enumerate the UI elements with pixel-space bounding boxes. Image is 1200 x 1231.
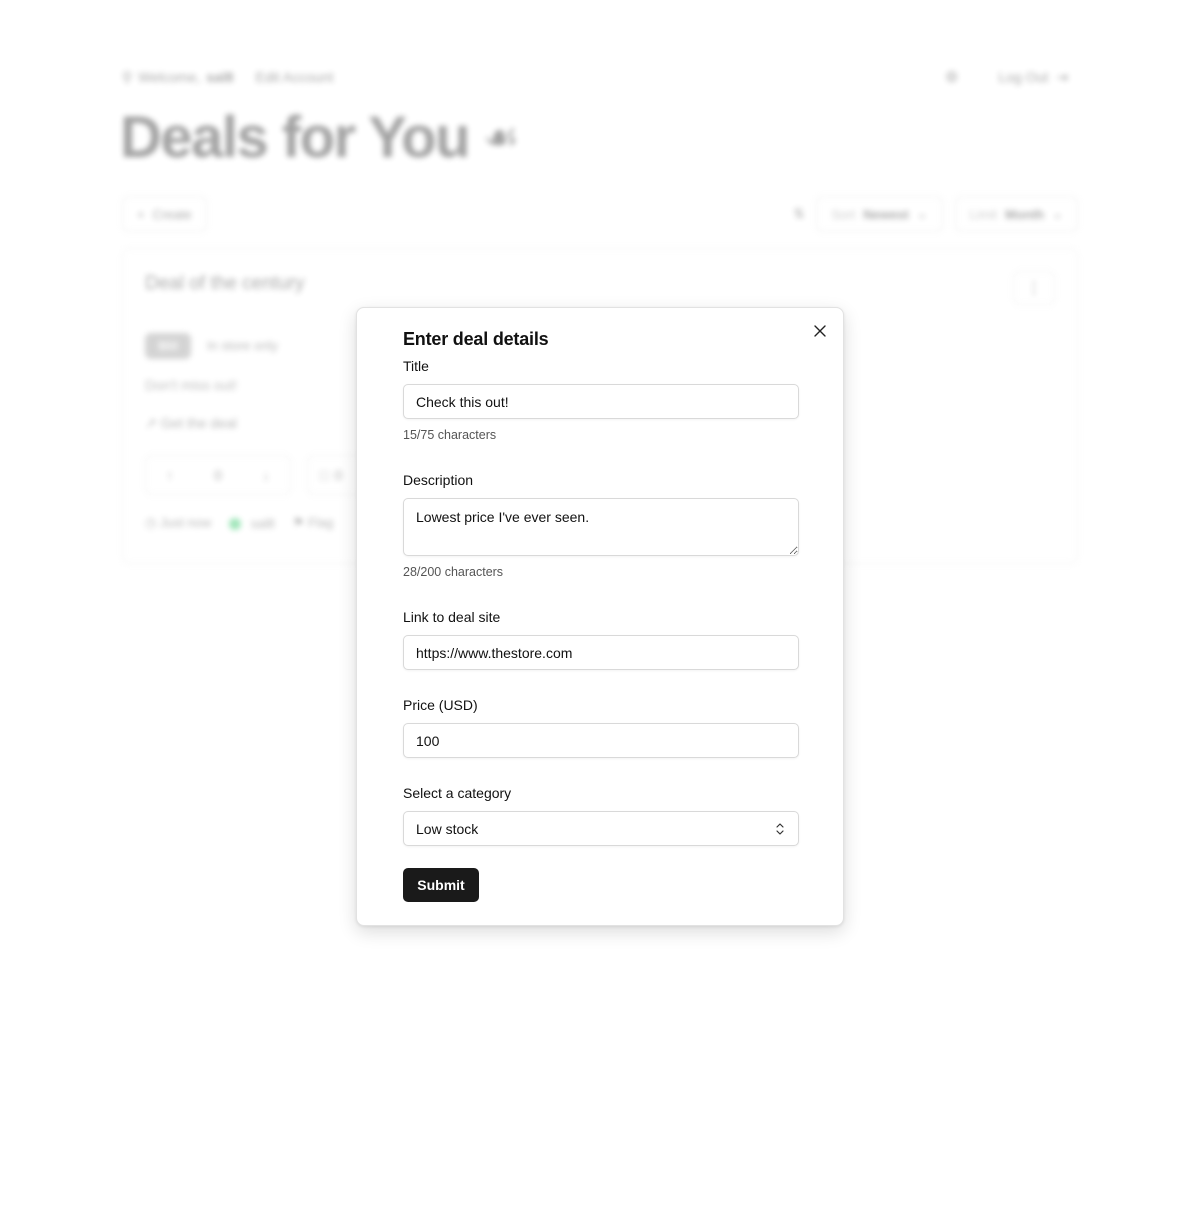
more-icon: ⋮ — [1026, 280, 1042, 297]
link-icon: ↗ — [145, 415, 157, 431]
sort-icon: ⇅ — [793, 206, 805, 221]
welcome-prefix: Welcome, — [138, 69, 201, 85]
price-badge: $50 — [145, 333, 191, 359]
card-menu-button[interactable]: ⋮ — [1013, 271, 1055, 305]
title-input[interactable] — [403, 384, 799, 419]
create-label: Create — [152, 206, 192, 222]
deal-meta: ◷ Just now sal8 ⚑ Flag — [145, 515, 333, 531]
flag-icon: ⚑ — [292, 515, 305, 530]
author: sal8 — [229, 515, 275, 531]
username: sal8 — [206, 69, 234, 85]
vote-count: 0 — [214, 467, 222, 483]
page-title-text: Deals for You — [120, 105, 471, 170]
chevron-down-icon: ⌄ — [916, 206, 928, 221]
settings-gear-icon[interactable]: ⚙ — [945, 68, 958, 86]
downvote-button[interactable]: ↓ — [263, 467, 270, 483]
sort-value: Newest — [863, 206, 909, 222]
title-label: Title — [403, 358, 429, 374]
title-char-counter: 15/75 characters — [403, 428, 497, 442]
chevron-up-down-icon — [774, 822, 786, 836]
upvote-button[interactable]: ↑ — [166, 467, 173, 483]
description-char-counter: 28/200 characters — [403, 565, 504, 579]
category-label: Select a category — [403, 785, 512, 801]
submit-button[interactable]: Submit — [403, 868, 479, 902]
description-textarea[interactable]: Lowest price I've ever seen. — [403, 498, 799, 556]
posted-time: ◷ Just now — [145, 515, 211, 531]
description-label: Description — [403, 472, 474, 488]
price-label: Price (USD) — [403, 697, 478, 713]
clock-icon: ◷ — [145, 515, 157, 530]
flag-label: Flag — [308, 515, 334, 530]
deal-card-description: Don't miss out! — [145, 377, 238, 393]
top-nav: ⚲ Welcome, sal8 Edit Account ⚙ Log Out ⇥ — [122, 66, 1068, 88]
user-icon: ⚲ — [122, 68, 133, 85]
posted-time-text: Just now — [159, 515, 212, 530]
modal-title: Enter deal details — [403, 329, 549, 349]
price-input[interactable] — [403, 723, 799, 758]
link-input[interactable] — [403, 635, 799, 670]
deal-link-text: Get the deal — [160, 415, 237, 431]
chevron-down-icon: ⌄ — [1052, 206, 1063, 221]
category-select[interactable]: Low stock — [403, 811, 799, 846]
logout-label: Log Out — [998, 69, 1049, 85]
deal-link[interactable]: ↗ Get the deal — [145, 415, 237, 432]
vote-group: ↑ 0 ↓ — [145, 455, 291, 495]
flag-button[interactable]: ⚑ Flag — [293, 515, 334, 531]
sort-select[interactable]: Sort Newest ⌄ — [816, 196, 943, 232]
online-status-dot — [229, 518, 242, 531]
logout-icon: ⇥ — [1056, 68, 1068, 85]
deal-details-modal: Enter deal details Title 15/75 character… — [356, 307, 844, 926]
comment-count: 0 — [334, 467, 343, 483]
plus-icon: + — [137, 206, 145, 222]
badge-note: In store only — [207, 338, 278, 353]
author-name: sal8 — [250, 515, 275, 531]
sort-label: Sort — [831, 206, 856, 222]
limit-select[interactable]: Limit Month ⌄ — [954, 196, 1078, 232]
category-selected-value: Low stock — [416, 820, 479, 837]
close-icon[interactable] — [811, 322, 829, 340]
welcome-text: ⚲ Welcome, sal8 — [122, 69, 234, 86]
limit-value: Month — [1005, 206, 1045, 222]
comment-icon: □ — [320, 467, 329, 483]
edit-account-link[interactable]: Edit Account — [256, 69, 334, 85]
create-button[interactable]: + Create — [122, 196, 207, 232]
deal-card-title: Deal of the century — [145, 273, 305, 294]
deals-toolbar: + Create ⇅ Sort Newest ⌄ Limit Month ⌄ — [122, 196, 1078, 232]
page-title: Deals for You ☙ — [120, 104, 519, 171]
logout-button[interactable]: Log Out ⇥ — [998, 69, 1068, 86]
link-label: Link to deal site — [403, 609, 501, 625]
tag-icon: ☙ — [483, 115, 519, 160]
limit-label: Limit — [969, 206, 998, 222]
